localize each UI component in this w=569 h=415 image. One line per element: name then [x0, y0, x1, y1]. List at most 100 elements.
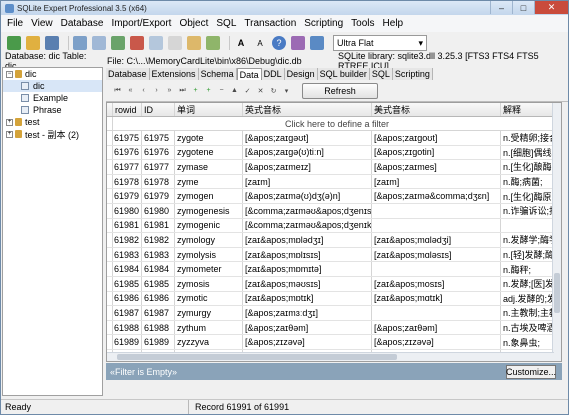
table-cell[interactable]: [&apos;zɪɡotin] [372, 145, 501, 160]
table-cell[interactable]: 61984 [142, 262, 175, 276]
table-cell[interactable]: [zaɪ&apos;mɒlɪsɪs] [243, 247, 372, 262]
refresh-button[interactable]: Refresh [302, 82, 378, 99]
menu-item[interactable]: File [7, 18, 23, 29]
table-cell[interactable]: 61988 [142, 320, 175, 335]
open-database-icon[interactable] [26, 36, 40, 50]
table-cell[interactable]: [zaɪ&apos;mosɪs] [372, 276, 501, 291]
table-cell[interactable]: 61982 [113, 233, 142, 247]
table-cell[interactable]: 61979 [142, 189, 175, 203]
filter-icon[interactable]: ▾ [281, 85, 292, 97]
table-cell[interactable]: [&comma;zaɪməʊ&apos;dʒenɪsɪs] [243, 203, 372, 218]
expand-toggle-icon[interactable]: + [6, 130, 13, 138]
column-header[interactable]: 单词 [175, 103, 243, 116]
edit-record-icon[interactable]: ▲ [229, 85, 240, 97]
menu-item[interactable]: Tools [351, 18, 374, 29]
table-cell[interactable]: 61986 [142, 291, 175, 306]
data-grid[interactable]: rowid ID 单词 英式音标 美式音标 解释 Click here to define… [106, 102, 562, 362]
table-cell[interactable]: 61984 [113, 262, 142, 276]
table-row[interactable]: 61978 61978 zyme [zaɪm] [zaɪm] n.酶;病菌; [107, 174, 561, 190]
tab-sql-builder[interactable]: SQL builder [317, 68, 370, 80]
table-cell[interactable]: [&apos;zaɪɡə(ʊ)tiːn] [243, 145, 372, 160]
prev-page-icon[interactable]: « [125, 85, 136, 97]
table-row[interactable]: 61982 61982 zymology [zaɪ&apos;mɒlədʒɪ] [zaɪ… [107, 233, 561, 248]
menu-item[interactable]: View [31, 18, 53, 29]
table-cell[interactable]: [zaɪ&apos;mɒmɪtə] [243, 262, 372, 276]
sql-query-icon[interactable] [149, 36, 163, 50]
table-cell[interactable]: [zaɪ&apos;mɑlədʒi] [372, 233, 501, 247]
menu-item[interactable]: Transaction [244, 18, 296, 29]
table-cell[interactable]: 61987 [142, 306, 175, 320]
next-page-icon[interactable]: » [164, 85, 175, 97]
table-cell[interactable]: [zaɪ&apos;mɑtɪk] [372, 291, 501, 306]
table-cell[interactable]: zymogenesis [175, 203, 243, 218]
table-cell[interactable]: 61980 [113, 203, 142, 218]
table-row[interactable]: 61986 61986 zymotic [zaɪ&apos;mɒtɪk] [zaɪ&ap… [107, 291, 561, 307]
table-cell[interactable]: zymogen [175, 189, 243, 203]
customize-button[interactable]: Customize... [506, 364, 556, 379]
user-icon[interactable] [310, 36, 324, 50]
tab-database[interactable]: Database [106, 68, 150, 80]
cancel-edit-icon[interactable]: ✕ [255, 85, 266, 97]
table-row[interactable]: 61989 61989 zyzzyva [&apos;zɪzəvə] [&apos;zɪ… [107, 335, 561, 350]
next-record-icon[interactable]: › [151, 85, 162, 97]
table-cell[interactable]: [&comma;zaɪməʊ&apos;dʒenɪk] [243, 218, 372, 233]
detach-database-icon[interactable] [92, 36, 106, 50]
tree-item[interactable]: Phrase [3, 104, 102, 116]
add-record-icon[interactable]: + [203, 85, 214, 97]
table-cell[interactable]: 61975 [113, 131, 142, 145]
tab-sql[interactable]: SQL [369, 68, 393, 80]
table-row[interactable]: 61977 61977 zymase [&apos;zaɪmeɪz] [&apos;za… [107, 160, 561, 175]
table-cell[interactable]: 61978 [113, 174, 142, 189]
refresh-data-icon[interactable]: ↻ [268, 85, 279, 97]
table-cell[interactable]: zymogenic [175, 218, 243, 233]
table-cell[interactable]: 61977 [142, 160, 175, 174]
table-cell[interactable]: 61980 [142, 203, 175, 218]
table-cell[interactable]: zymotic [175, 291, 243, 306]
menu-item[interactable]: Import/Export [111, 18, 171, 29]
theme-select[interactable]: Ultra Flat ▾ [333, 35, 427, 51]
table-cell[interactable] [372, 262, 501, 276]
table-cell[interactable]: zyzzyva [175, 335, 243, 349]
font-grow-icon[interactable]: A [234, 36, 248, 50]
table-cell[interactable]: 61986 [113, 291, 142, 306]
tab-scripting[interactable]: Scripting [392, 68, 433, 80]
table-cell[interactable]: [&apos;zaɪmə&comma;dʒɛn] [372, 189, 501, 203]
table-cell[interactable]: [zaɪm] [372, 174, 501, 189]
tab-schema[interactable]: Schema [198, 68, 237, 80]
delete-record-icon[interactable]: − [216, 85, 227, 97]
vertical-scrollbar[interactable] [552, 103, 561, 361]
table-cell[interactable]: zythum [175, 320, 243, 335]
column-header[interactable]: rowid [113, 103, 142, 116]
table-cell[interactable]: 61976 [142, 145, 175, 160]
filter-row[interactable]: Click here to define a filter [107, 117, 561, 131]
table-cell[interactable]: [&apos;zaɪθəm] [372, 320, 501, 335]
table-cell[interactable]: 61981 [113, 218, 142, 233]
table-cell[interactable]: 61977 [113, 160, 142, 174]
table-cell[interactable] [372, 306, 501, 320]
table-cell[interactable]: zygotene [175, 145, 243, 160]
table-cell[interactable]: 61988 [113, 320, 142, 335]
table-row[interactable]: 61981 61981 zymogenic [&comma;zaɪməʊ&apos;d… [107, 218, 561, 234]
table-cell[interactable]: zymolysis [175, 247, 243, 262]
table-cell[interactable]: [&apos;zaɪmɜːdʒɪ] [243, 306, 372, 320]
tab-extensions[interactable]: Extensions [149, 68, 199, 80]
table-cell[interactable]: 61979 [113, 189, 142, 203]
export-icon[interactable] [187, 36, 201, 50]
table-cell[interactable]: zymosis [175, 276, 243, 291]
tree-item[interactable]: − dic [3, 68, 102, 80]
table-cell[interactable]: 61981 [142, 218, 175, 233]
table-cell[interactable]: 61975 [142, 131, 175, 145]
tab-data[interactable]: Data [236, 68, 262, 80]
font-shrink-icon[interactable]: A [253, 36, 267, 50]
table-row[interactable]: 61979 61979 zymogen [&apos;zaɪmə(ʊ)dʒ(ə)n] [… [107, 189, 561, 204]
table-cell[interactable]: [&apos;zaɪɡoʊt] [372, 131, 501, 145]
prev-record-icon[interactable]: ‹ [138, 85, 149, 97]
post-edit-icon[interactable]: ✓ [242, 85, 253, 97]
last-record-icon[interactable]: ⏭ [177, 85, 188, 97]
tree-item[interactable]: Example [3, 92, 102, 104]
table-cell[interactable]: zymurgy [175, 306, 243, 320]
table-cell[interactable] [372, 203, 501, 218]
table-cell[interactable]: [&apos;zaɪmes] [372, 160, 501, 174]
table-row[interactable]: 61983 61983 zymolysis [zaɪ&apos;mɒlɪsɪs] [za… [107, 247, 561, 263]
table-row[interactable]: 61975 61975 zygote [&apos;zaɪɡəʊt] [&apos;za… [107, 131, 561, 146]
